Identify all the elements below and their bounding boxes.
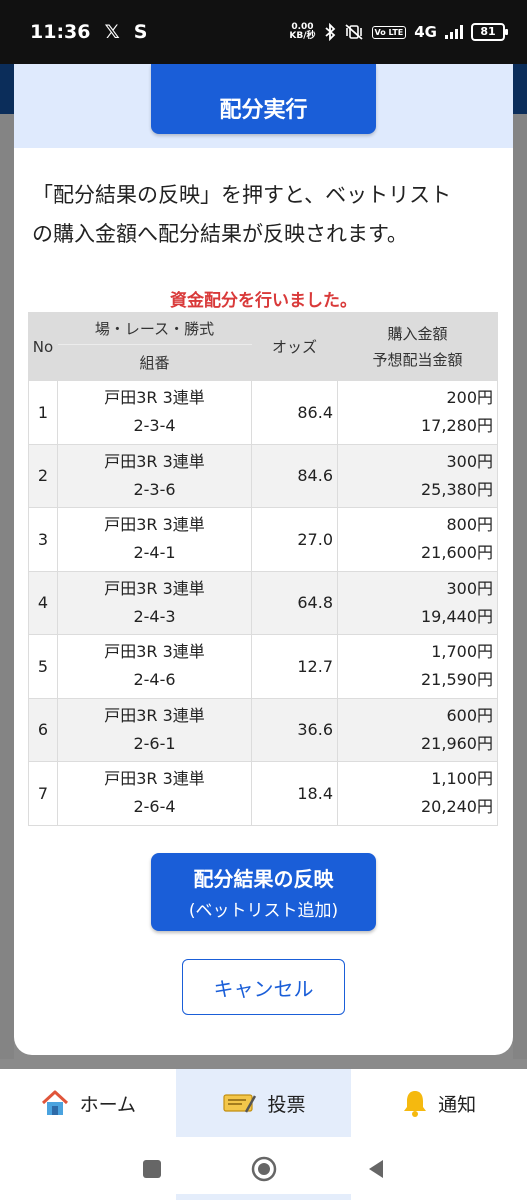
row-amount: 300円 19,440円 — [337, 570, 498, 635]
system-nav-bar — [0, 1137, 527, 1200]
row-amount: 300円 25,380円 — [337, 443, 498, 508]
header-no: No — [28, 312, 58, 381]
result-message: 資金配分を行いました。 — [170, 291, 357, 311]
row-bet: 戸田3R 3連単 2-3-4 — [57, 380, 252, 445]
row-bet: 戸田3R 3連単 2-6-4 — [57, 761, 252, 826]
row-no: 7 — [28, 761, 58, 826]
bell-icon — [404, 1091, 427, 1117]
home-circle-icon[interactable] — [251, 1156, 277, 1182]
row-bet: 戸田3R 3連単 2-6-1 — [57, 697, 252, 762]
row-amount: 800円 21,600円 — [337, 507, 498, 572]
row-no: 2 — [28, 443, 58, 508]
row-amount: 600円 21,960円 — [337, 697, 498, 762]
network-type: 4G — [414, 23, 437, 41]
row-odds: 18.4 — [251, 761, 338, 826]
net-speed: 0.00 KB/秒 — [289, 22, 316, 41]
row-bet: 戸田3R 3連単 2-4-6 — [57, 634, 252, 699]
bluetooth-icon — [324, 23, 335, 41]
allocation-table: No 場・レース・勝式 オッズ 購入金額 予想配当金額 組番 1 戸田3R 3連単… — [28, 312, 498, 826]
table-row: 2 戸田3R 3連単 2-3-6 84.6 300円 25,380円 — [28, 443, 498, 508]
header-venue: 場・レース・勝式 — [57, 312, 252, 345]
modal-top-band: 配分実行 — [14, 64, 513, 148]
row-no: 4 — [28, 570, 58, 635]
table-row: 1 戸田3R 3連単 2-3-4 86.4 200円 17,280円 — [28, 380, 498, 445]
row-odds: 36.6 — [251, 697, 338, 762]
allocation-modal: 配分実行 「配分結果の反映」を押すと、ベットリスト の購入金額へ配分結果が反映さ… — [14, 64, 513, 1055]
row-no: 1 — [28, 380, 58, 445]
home-icon — [41, 1090, 68, 1115]
vibrate-off-icon — [344, 24, 363, 40]
instruction-text: 「配分結果の反映」を押すと、ベットリスト の購入金額へ配分結果が反映されます。 — [32, 183, 452, 246]
row-odds: 64.8 — [251, 570, 338, 635]
row-amount: 1,100円 20,240円 — [337, 761, 498, 826]
recent-apps-icon[interactable] — [141, 1158, 163, 1180]
volte-badge: Vo LTE — [371, 25, 407, 39]
row-amount: 200円 17,280円 — [337, 380, 498, 445]
battery-icon: 81 — [471, 23, 508, 41]
nav-vote[interactable]: 投票 — [175, 1069, 352, 1137]
nav-notifications[interactable]: 通知 — [351, 1069, 527, 1137]
s-app-icon: S — [133, 21, 148, 43]
execute-allocation-button[interactable]: 配分実行 — [151, 64, 376, 134]
row-bet: 戸田3R 3連単 2-4-1 — [57, 507, 252, 572]
header-combo: 組番 — [57, 344, 252, 381]
active-tab-strip — [176, 1194, 351, 1200]
table-row: 3 戸田3R 3連単 2-4-1 27.0 800円 21,600円 — [28, 507, 498, 572]
reflect-result-button[interactable]: 配分結果の反映 (ベットリスト追加) — [151, 853, 376, 931]
row-odds: 86.4 — [251, 380, 338, 445]
ticket-icon — [222, 1094, 256, 1113]
nav-home[interactable]: ホーム — [0, 1069, 176, 1137]
row-odds: 27.0 — [251, 507, 338, 572]
row-amount: 1,700円 21,590円 — [337, 634, 498, 699]
row-bet: 戸田3R 3連単 2-4-3 — [57, 570, 252, 635]
status-time: 11:36 — [30, 21, 91, 43]
bottom-nav: ホーム 投票 通知 — [0, 1069, 527, 1137]
table-row: 4 戸田3R 3連単 2-4-3 64.8 300円 19,440円 — [28, 570, 498, 635]
row-bet: 戸田3R 3連単 2-3-6 — [57, 443, 252, 508]
row-no: 3 — [28, 507, 58, 572]
header-amount: 購入金額 予想配当金額 — [337, 312, 498, 381]
table-row: 5 戸田3R 3連単 2-4-6 12.7 1,700円 21,590円 — [28, 634, 498, 699]
x-app-icon: 𝕏 — [104, 21, 120, 43]
background-overlay-right — [513, 114, 527, 1059]
row-odds: 84.6 — [251, 443, 338, 508]
row-odds: 12.7 — [251, 634, 338, 699]
table-row: 6 戸田3R 3連単 2-6-1 36.6 600円 21,960円 — [28, 697, 498, 762]
header-odds: オッズ — [251, 312, 338, 381]
status-bar: 11:36 𝕏 S 0.00 KB/秒 Vo LTE 4G 81 — [0, 0, 527, 64]
background-overlay-left — [0, 114, 14, 1059]
table-row: 7 戸田3R 3連単 2-6-4 18.4 1,100円 20,240円 — [28, 761, 498, 826]
cancel-button[interactable]: キャンセル — [182, 959, 345, 1015]
row-no: 6 — [28, 697, 58, 762]
back-icon[interactable] — [365, 1158, 387, 1180]
signal-icon — [445, 25, 463, 39]
row-no: 5 — [28, 634, 58, 699]
